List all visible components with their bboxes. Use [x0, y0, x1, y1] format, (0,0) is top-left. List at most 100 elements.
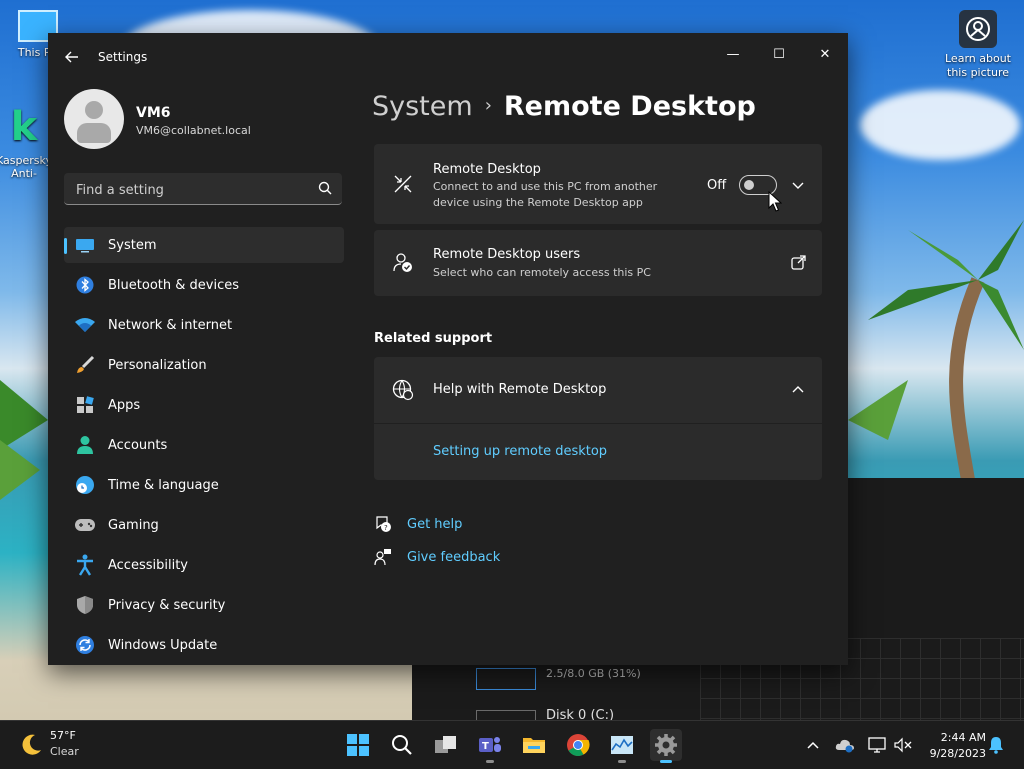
sidebar-item-system[interactable]: System [64, 227, 344, 263]
sidebar-item-label: Windows Update [108, 637, 218, 653]
learn-about-picture-icon[interactable]: Learn about this picture [940, 10, 1016, 80]
globe-help-icon [392, 379, 414, 401]
wifi-icon [74, 314, 96, 336]
onedrive-tray[interactable] [835, 735, 855, 755]
globe-clock-icon [74, 474, 96, 496]
network-monitor-icon [868, 737, 886, 753]
avatar[interactable] [64, 89, 124, 149]
remote-desktop-users-card[interactable]: Remote Desktop users Select who can remo… [374, 230, 822, 296]
apps-icon [74, 394, 96, 416]
person-icon [74, 434, 96, 456]
task-manager-button[interactable] [606, 729, 638, 763]
chevron-right-icon: › [484, 95, 492, 116]
sidebar-item-label: Privacy & security [108, 597, 226, 613]
window-title: Settings [98, 50, 148, 64]
shield-icon [74, 594, 96, 616]
close-button[interactable]: ✕ [802, 39, 848, 69]
external-link-icon[interactable] [790, 255, 806, 271]
search-icon [392, 735, 412, 755]
system-clock[interactable]: 2:44 AM 9/28/2023 [930, 730, 986, 762]
moon-icon [22, 734, 41, 755]
gamepad-icon [74, 514, 96, 536]
learn-about-picture-label: Learn about this picture [945, 52, 1011, 79]
chevron-down-icon[interactable] [790, 177, 806, 193]
folder-icon [523, 738, 545, 753]
remote-users-title: Remote Desktop users [433, 247, 581, 262]
monitor-icon [74, 234, 96, 256]
setting-up-remote-desktop-link[interactable]: Setting up remote desktop [433, 444, 607, 459]
give-feedback-link[interactable]: Give feedback [407, 550, 500, 565]
sidebar-nav: System Bluetooth & devices Network & int… [64, 227, 344, 665]
help-remote-desktop-card[interactable]: Help with Remote Desktop [374, 357, 822, 423]
settings-taskbar-button[interactable] [650, 729, 682, 763]
sidebar-item-accessibility[interactable]: Accessibility [64, 547, 344, 583]
chrome-button[interactable] [562, 729, 594, 761]
cloud-icon [835, 739, 854, 753]
task-manager-icon [611, 736, 633, 754]
title-bar: Settings — ☐ ✕ [48, 33, 848, 81]
remote-desktop-title: Remote Desktop [433, 162, 541, 177]
file-explorer-button[interactable] [518, 729, 550, 761]
teams-icon: T [479, 737, 501, 752]
page-title: Remote Desktop [503, 91, 756, 122]
chevron-up-icon[interactable] [790, 382, 806, 398]
sidebar-item-privacy[interactable]: Privacy & security [64, 587, 344, 623]
sidebar-item-personalization[interactable]: Personalization [64, 347, 344, 383]
sidebar-item-bluetooth[interactable]: Bluetooth & devices [64, 267, 344, 303]
chrome-icon [567, 734, 590, 756]
back-button[interactable] [62, 47, 82, 67]
user-name: VM6 [136, 105, 171, 121]
search-input[interactable] [74, 179, 308, 201]
remote-desktop-icon [394, 175, 412, 193]
arrow-left-icon [65, 51, 78, 63]
accessibility-icon [74, 554, 96, 576]
user-email: VM6@collabnet.local [136, 124, 251, 137]
remote-desktop-description: Connect to and use this PC from another … [433, 180, 658, 209]
help-links-panel: Setting up remote desktop [374, 424, 822, 480]
camera-icon [959, 10, 997, 48]
sidebar-item-apps[interactable]: Apps [64, 387, 344, 423]
search-button[interactable] [386, 729, 418, 761]
sidebar-item-label: Bluetooth & devices [108, 277, 239, 293]
start-button[interactable] [342, 729, 374, 761]
show-hidden-icons-button[interactable] [803, 735, 823, 755]
bluetooth-icon [74, 274, 96, 296]
related-support-heading: Related support [374, 331, 493, 346]
memory-usage-text: 2.5/8.0 GB (31%) [546, 667, 641, 680]
volume-tray[interactable] [893, 735, 913, 755]
sidebar-item-network[interactable]: Network & internet [64, 307, 344, 343]
memory-graph-thumb [476, 668, 536, 690]
sidebar-item-gaming[interactable]: Gaming [64, 507, 344, 543]
desktop-icon-kaspersky[interactable]: k Kaspersky Anti-Ransomware [0, 104, 54, 182]
breadcrumb-parent[interactable]: System [372, 91, 473, 122]
sidebar-item-label: Personalization [108, 357, 207, 373]
kaspersky-icon: k [10, 104, 38, 150]
help-chat-icon: ? [376, 516, 391, 532]
user-check-icon [393, 253, 412, 272]
settings-window: Settings — ☐ ✕ VM6 VM6@collabnet.local S… [48, 33, 848, 665]
teams-button[interactable]: T [474, 729, 506, 763]
sidebar-item-label: System [108, 237, 157, 253]
task-view-icon [435, 736, 456, 753]
remote-desktop-card[interactable]: Remote Desktop Connect to and use this P… [374, 144, 822, 224]
svg-text:?: ? [384, 524, 388, 532]
give-feedback-row[interactable]: Give feedback [374, 545, 500, 569]
minimize-button[interactable]: — [710, 39, 756, 69]
weather-condition: Clear [50, 745, 79, 758]
brush-icon [74, 354, 96, 376]
maximize-button[interactable]: ☐ [756, 39, 802, 69]
feedback-icon [374, 549, 391, 566]
chevron-up-icon [807, 741, 819, 749]
bell-icon [989, 737, 1003, 754]
sidebar-item-accounts[interactable]: Accounts [64, 427, 344, 463]
sidebar-item-time-language[interactable]: Time & language [64, 467, 344, 503]
network-tray[interactable] [867, 735, 887, 755]
notifications-button[interactable] [986, 735, 1006, 755]
search-icon[interactable] [318, 181, 332, 195]
task-view-button[interactable] [430, 729, 462, 761]
get-help-row[interactable]: ? Get help [374, 512, 462, 536]
toggle-state-label: Off [707, 178, 727, 193]
sidebar-item-windows-update[interactable]: Windows Update [64, 627, 344, 663]
get-help-link[interactable]: Get help [407, 517, 462, 532]
clock-time: 2:44 AM [940, 731, 986, 744]
